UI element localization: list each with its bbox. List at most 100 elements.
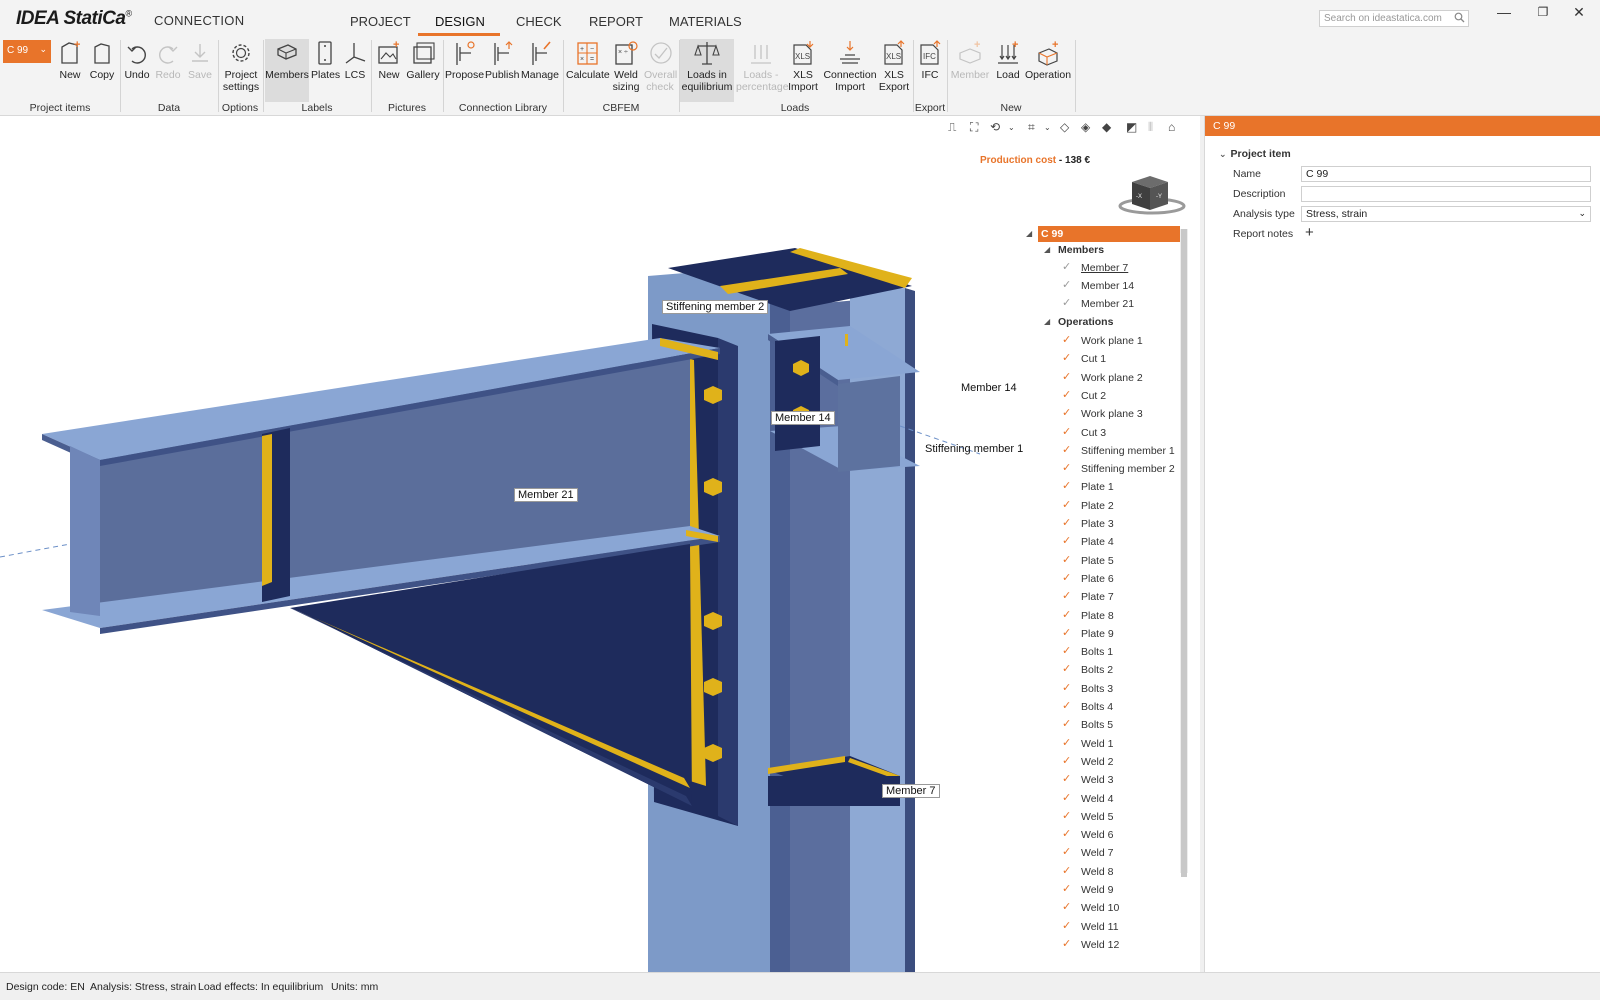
3d-viewport[interactable]: Stiffening member 2 Member 14 Member 14 … [0,116,1200,972]
tree-root-c99[interactable]: C 99 [1038,226,1180,242]
checkbox-checked-icon[interactable]: ✓ [1062,755,1073,767]
chevron-down-icon[interactable]: ⌄ [1578,208,1586,219]
xls-import-button[interactable]: XLS XLS Import [786,39,820,93]
gallery-button[interactable]: Gallery [406,39,440,81]
collapse-arrow-icon[interactable]: ◢ [1026,229,1032,238]
tab-design[interactable]: DESIGN [435,14,485,29]
new-load-button[interactable]: + Load [993,39,1023,81]
checkbox-checked-icon[interactable]: ✓ [1062,444,1073,456]
minimize-button[interactable]: — [1494,4,1514,20]
checkbox-checked-icon[interactable]: ✓ [1062,298,1073,309]
calculate-button[interactable]: + − × = Calculate [566,39,610,81]
checkbox-checked-icon[interactable]: ✓ [1062,353,1073,364]
wireframe-icon[interactable]: ◇ [1060,120,1069,134]
checkbox-checked-icon[interactable]: ✓ [1062,335,1073,346]
checkbox-checked-icon[interactable]: ✓ [1062,774,1073,785]
checkbox-checked-icon[interactable]: ✓ [1062,262,1073,273]
copy-button[interactable]: Copy [88,39,116,81]
search-icon[interactable] [1454,12,1465,23]
chevron-down-icon[interactable]: ⌄ [1044,123,1051,132]
tab-materials[interactable]: MATERIALS [669,14,742,29]
project-item-selector[interactable]: C 99 ⌄ [3,40,51,63]
ifc-export-button[interactable]: IFC IFC [915,39,945,81]
tree-scrollbar-thumb[interactable] [1181,229,1187,877]
new-operation-button[interactable]: + Operation [1024,39,1072,81]
transparent-icon[interactable]: ◈ [1081,120,1090,134]
checkbox-checked-icon[interactable]: ✓ [1062,810,1073,822]
home-icon[interactable]: ⌂ [1168,120,1175,134]
tree-group-members[interactable]: ◢ Members [1044,244,1104,256]
undo-button[interactable]: Undo [122,39,152,81]
tree-group-operations[interactable]: ◢ Operations [1044,316,1113,328]
propose-button[interactable]: Propose [445,39,484,81]
checkbox-checked-icon[interactable]: ✓ [1062,884,1073,895]
checkbox-checked-icon[interactable]: ✓ [1062,664,1073,675]
checkbox-checked-icon[interactable]: ✓ [1062,865,1073,877]
label-member-21[interactable]: Member 21 [514,488,578,502]
redo-button[interactable]: Redo [154,39,182,81]
checkbox-checked-icon[interactable]: ✓ [1062,847,1073,858]
tab-report[interactable]: REPORT [589,14,643,29]
restore-button[interactable]: ❐ [1533,5,1553,19]
rotate-icon[interactable]: ⟲ [990,120,1000,134]
description-field[interactable] [1301,186,1591,202]
checkbox-checked-icon[interactable]: ✓ [1062,609,1073,621]
publish-button[interactable]: Publish [485,39,519,81]
checkbox-checked-icon[interactable]: ✓ [1062,829,1073,840]
label-stiffening-member-1[interactable]: Stiffening member 1 [925,443,1023,455]
loads-in-equilibrium-toggle[interactable]: Loads in equilibrium [680,39,734,102]
checkbox-checked-icon[interactable]: ✓ [1062,518,1073,529]
new-member-button[interactable]: + Member [950,39,990,81]
zoom-extents-icon[interactable]: ⛶ [970,120,978,135]
checkbox-checked-icon[interactable]: ✓ [1062,902,1073,913]
checkbox-checked-icon[interactable]: ✓ [1062,920,1073,932]
section-icon[interactable]: ⌗ [1028,120,1035,135]
new-picture-button[interactable]: + New [374,39,404,81]
measure-icon[interactable]: ⎍ [948,120,956,135]
checkbox-checked-icon[interactable]: ✓ [1062,682,1073,694]
checkbox-checked-icon[interactable]: ✓ [1062,280,1073,291]
checkbox-checked-icon[interactable]: ✓ [1062,737,1073,749]
overall-check-button[interactable]: Overall check [644,39,677,93]
checkbox-checked-icon[interactable]: ✓ [1062,499,1073,511]
checkbox-checked-icon[interactable]: ✓ [1062,408,1073,419]
xls-export-button[interactable]: XLS XLS Export [878,39,910,93]
add-note-button[interactable]: + [1305,224,1314,241]
collapse-arrow-icon[interactable]: ◢ [1044,317,1050,326]
tab-project[interactable]: PROJECT [350,14,411,29]
loads-percentage-toggle[interactable]: Loads - percentage [736,39,789,93]
properties-section-project-item[interactable]: ⌄ Project item [1219,148,1291,160]
chevron-down-icon[interactable]: ⌄ [1008,123,1015,132]
save-button[interactable]: Save [187,39,213,81]
navigation-cube[interactable]: -X -Y [1118,168,1190,216]
label-stiffening-member-2[interactable]: Stiffening member 2 [662,300,769,314]
weld-sizing-button[interactable]: × ÷ Weld sizing [609,39,643,93]
checkbox-checked-icon[interactable]: ✓ [1062,371,1073,383]
checkbox-checked-icon[interactable]: ✓ [1062,701,1073,712]
label-member-14[interactable]: Member 14 [961,382,1017,394]
analysis-type-select[interactable]: Stress, strain ⌄ [1301,206,1591,222]
name-field[interactable]: C 99 [1301,166,1591,182]
checkbox-checked-icon[interactable]: ✓ [1062,554,1073,566]
checkbox-checked-icon[interactable]: ✓ [1062,536,1073,547]
mirror-icon[interactable]: ⫴ [1148,120,1153,135]
tab-check[interactable]: CHECK [516,14,562,29]
checkbox-checked-icon[interactable]: ✓ [1062,481,1073,492]
label-member-14-endplate[interactable]: Member 14 [771,411,835,425]
checkbox-checked-icon[interactable]: ✓ [1062,389,1073,401]
label-member-7[interactable]: Member 7 [882,784,940,798]
checkbox-checked-icon[interactable]: ✓ [1062,572,1073,584]
checkbox-checked-icon[interactable]: ✓ [1062,719,1073,730]
close-button[interactable]: ✕ [1569,4,1589,21]
checkbox-checked-icon[interactable]: ✓ [1062,792,1073,804]
solid-icon[interactable]: ◆ [1102,120,1111,134]
project-settings-button[interactable]: Project settings [222,39,260,93]
chevron-down-icon[interactable]: ⌄ [1219,149,1227,159]
checkbox-checked-icon[interactable]: ✓ [1062,627,1073,639]
checkbox-checked-icon[interactable]: ✓ [1062,591,1073,602]
checkbox-checked-icon[interactable]: ✓ [1062,938,1073,950]
plates-labels-toggle[interactable]: Plates [311,39,340,81]
checkbox-checked-icon[interactable]: ✓ [1062,646,1073,657]
collapse-arrow-icon[interactable]: ◢ [1044,245,1050,254]
new-item-button[interactable]: + New [56,39,84,81]
